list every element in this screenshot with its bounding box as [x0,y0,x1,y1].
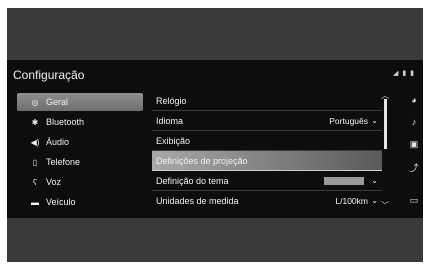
row-label: Unidades de medida [156,195,239,206]
chevron-down-icon: ⌄ [371,116,378,125]
page-title: Configuração [13,68,85,82]
scrollbar-line-icon [384,99,387,149]
sidebar-item-label: Telefone [46,157,81,167]
theme-swatch [324,176,364,185]
settings-row-idioma[interactable]: Idioma Português ⌄ [152,111,382,131]
scroll-down-icon[interactable]: ﹀ [381,200,389,211]
sidebar-item-label: Áudio [46,137,70,147]
infotainment-screen: Configuração ◢ ▮ ▮ ◎ Geral ✱ Bluetooth ◀… [7,60,423,218]
sidebar-item-veiculo[interactable]: ▬ Veículo [17,193,143,211]
sidebar: ◎ Geral ✱ Bluetooth ◀) Áudio ▯ Telefone … [17,93,145,214]
display-icon[interactable]: ▭ [407,195,421,206]
settings-row-relogio[interactable]: Relógio [152,91,382,111]
settings-list: Relógio Idioma Português ⌄ Exibição Defi… [152,91,400,215]
phone-icon: ▯ [32,157,38,167]
row-label: Definição do tema [156,175,229,186]
row-label: Idioma [156,115,184,126]
image-icon[interactable]: ▣ [407,139,421,150]
row-value: L/100km [335,195,368,206]
scrollbar-thumb[interactable] [384,99,387,149]
sidebar-item-bluetooth[interactable]: ✱ Bluetooth [17,113,143,131]
route-icon[interactable]: ⤴ [407,161,421,174]
photo-frame-bottom [7,218,423,262]
row-label: Relógio [156,95,187,106]
speaker-icon: ◀) [30,137,40,147]
settings-row-tema[interactable]: Definição do tema ⌄ [152,171,382,191]
sidebar-item-audio[interactable]: ◀) Áudio [17,133,143,151]
gear-icon: ◎ [31,97,39,107]
sidebar-item-geral[interactable]: ◎ Geral [17,93,143,111]
bluetooth-icon: ✱ [31,117,39,127]
sidebar-item-label: Geral [46,97,69,107]
row-value: Português [329,115,368,126]
sidebar-item-voz[interactable]: ʕ Voz [17,173,143,191]
settings-row-projecao[interactable]: Definições de projeção [152,151,382,171]
row-label: Exibição [156,135,191,146]
sidebar-item-label: Voz [46,177,62,187]
sidebar-item-label: Bluetooth [46,117,85,127]
sidebar-item-telefone[interactable]: ▯ Telefone [17,153,143,171]
car-icon: ▬ [31,197,39,207]
right-rail: ◕ ♪ ▣ ⤴ ▭ [407,95,421,215]
settings-row-exibicao[interactable]: Exibição [152,131,382,151]
settings-row-unidades[interactable]: Unidades de medida L/100km ⌄ [152,191,382,210]
music-icon[interactable]: ♪ [407,117,421,127]
navigation-icon[interactable]: ◕ [407,95,421,105]
sidebar-item-label: Veículo [46,197,76,207]
chevron-down-icon: ⌄ [371,196,378,205]
status-icons: ◢ ▮ ▮ [393,70,415,77]
voice-icon: ʕ [33,177,37,187]
chevron-down-icon: ⌄ [371,176,378,185]
row-label: Definições de projeção [156,155,248,166]
